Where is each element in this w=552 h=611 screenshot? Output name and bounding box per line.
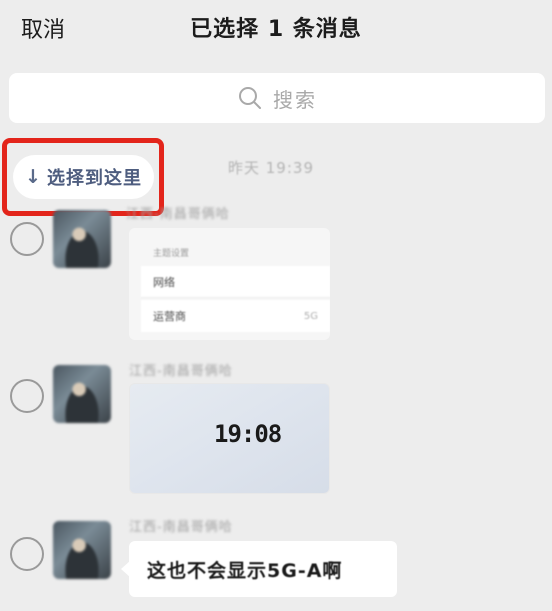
clock-text: 19:08 [214,420,282,448]
avatar[interactable] [53,521,111,579]
message-text: 这也不会显示5G-A啊 [147,559,343,582]
sender-name: 江西-南昌哥俩哈 [129,520,233,535]
header-bar: 取消 已选择 1 条消息 [0,0,552,56]
page-title: 已选择 1 条消息 [190,17,362,42]
sender-name: 江西-南昌哥俩哈 [126,207,230,222]
chat-multiselect-screen: 取消 已选择 1 条消息 搜索 ↓ 选择到这里 昨天 19:39 江西-南昌哥俩… [0,0,552,611]
arrow-down-icon: ↓ [25,166,41,188]
card-row-value: 5G [303,310,318,322]
sender-name: 江西-南昌哥俩哈 [129,364,233,379]
message-bubble[interactable]: 这也不会显示5G-A啊 [121,541,397,597]
message-select-radio[interactable] [10,379,44,413]
select-to-here-label: 选择到这里 [46,168,142,189]
message-select-radio[interactable] [10,537,44,571]
cancel-button[interactable]: 取消 [21,12,65,44]
message-card[interactable]: 主题设置 网络 运营商 5G [129,228,330,340]
card-row-label: 运营商 [153,310,186,323]
message-image[interactable]: 19:08 [129,383,330,494]
search-icon [239,87,261,109]
card-heading: 主题设置 [153,249,190,259]
message-timestamp: 昨天 19:39 [228,159,314,177]
avatar[interactable] [53,210,111,268]
card-row: 网络 [141,266,330,298]
message-select-radio[interactable] [10,222,44,256]
bubble-tail [121,561,130,577]
card-row: 运营商 5G [141,300,330,332]
select-to-here-button[interactable]: ↓ 选择到这里 [13,155,154,199]
search-bar[interactable]: 搜索 [9,73,545,123]
card-row-label: 网络 [153,275,175,289]
search-placeholder: 搜索 [273,87,317,112]
avatar[interactable] [53,365,111,423]
